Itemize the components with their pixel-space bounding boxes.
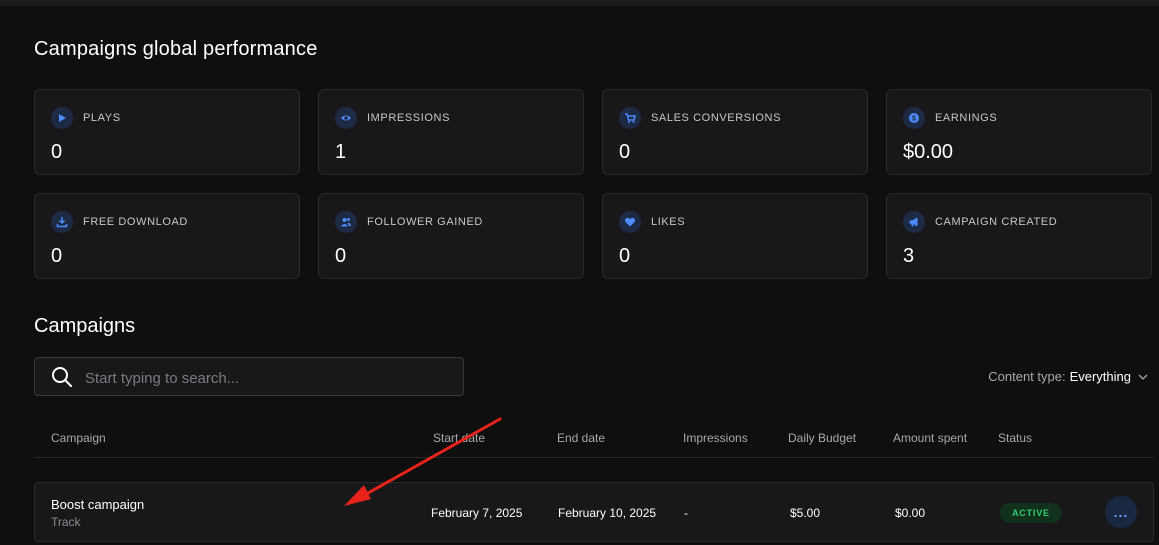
campaign-name: Boost campaign (51, 497, 145, 512)
stat-label: PLAYS (83, 112, 121, 124)
stat-label: SALES CONVERSIONS (651, 112, 782, 124)
stat-card-plays: PLAYS 0 (34, 89, 300, 175)
megaphone-icon (903, 211, 925, 233)
header-divider (34, 457, 1154, 458)
stat-value: 0 (51, 245, 63, 267)
eye-icon (335, 107, 357, 129)
stat-value: 0 (51, 141, 63, 163)
download-icon (51, 211, 73, 233)
stat-value: $0.00 (903, 141, 954, 163)
table-row[interactable]: Boost campaign Track February 7, 2025 Fe… (34, 482, 1154, 542)
stat-card-earnings: $ EARNINGS $0.00 (886, 89, 1152, 175)
cart-icon (619, 107, 641, 129)
top-bar (0, 0, 1159, 6)
column-header-status: Status (998, 431, 1033, 445)
column-header-amount-spent: Amount spent (893, 431, 968, 445)
page-title: Campaigns global performance (34, 38, 318, 60)
annotation-arrow-icon (344, 417, 502, 506)
campaign-type: Track (51, 515, 81, 529)
column-header-impressions: Impressions (683, 431, 748, 445)
heart-icon (619, 211, 641, 233)
stat-card-campaign-created: CAMPAIGN CREATED 3 (886, 193, 1152, 279)
amount-spent-cell: $0.00 (895, 506, 926, 520)
stat-value: 0 (335, 245, 347, 267)
svg-text:$: $ (912, 116, 916, 123)
stat-card-likes: LIKES 0 (602, 193, 868, 279)
search-icon (52, 367, 72, 387)
stat-value: 0 (619, 245, 631, 267)
stat-label: FOLLOWER GAINED (367, 216, 483, 228)
column-header-daily-budget: Daily Budget (788, 431, 857, 445)
impressions-cell: - (684, 506, 688, 520)
search-input[interactable] (83, 366, 447, 390)
content-type-filter[interactable]: Content type: Everything (988, 369, 1149, 384)
stat-label: CAMPAIGN CREATED (935, 216, 1058, 228)
stat-label: LIKES (651, 216, 686, 228)
more-options-button[interactable]: ... (1105, 496, 1137, 528)
content-type-label: Content type: (988, 369, 1066, 384)
stat-value: 1 (335, 141, 347, 163)
search-box (34, 357, 464, 396)
chevron-down-icon (1138, 374, 1148, 380)
stat-label: FREE DOWNLOAD (83, 216, 188, 228)
content-type-value: Everything (1069, 369, 1131, 384)
stat-label: EARNINGS (935, 112, 998, 124)
column-header-end-date: End date (557, 431, 606, 445)
users-icon (335, 211, 357, 233)
stat-card-sales-conversions: SALES CONVERSIONS 0 (602, 89, 868, 175)
daily-budget-cell: $5.00 (790, 506, 821, 520)
column-header-campaign: Campaign (51, 431, 106, 445)
campaigns-section-title: Campaigns (34, 315, 136, 337)
stat-value: 0 (619, 141, 631, 163)
stat-card-free-download: FREE DOWNLOAD 0 (34, 193, 300, 279)
stat-card-follower-gained: FOLLOWER GAINED 0 (318, 193, 584, 279)
stat-label: IMPRESSIONS (367, 112, 451, 124)
end-date-cell: February 10, 2025 (558, 506, 657, 520)
dollar-icon: $ (903, 107, 925, 129)
stat-value: 3 (903, 245, 915, 267)
stat-card-impressions: IMPRESSIONS 1 (318, 89, 584, 175)
play-icon (51, 107, 73, 129)
status-badge: ACTIVE (1000, 503, 1062, 523)
